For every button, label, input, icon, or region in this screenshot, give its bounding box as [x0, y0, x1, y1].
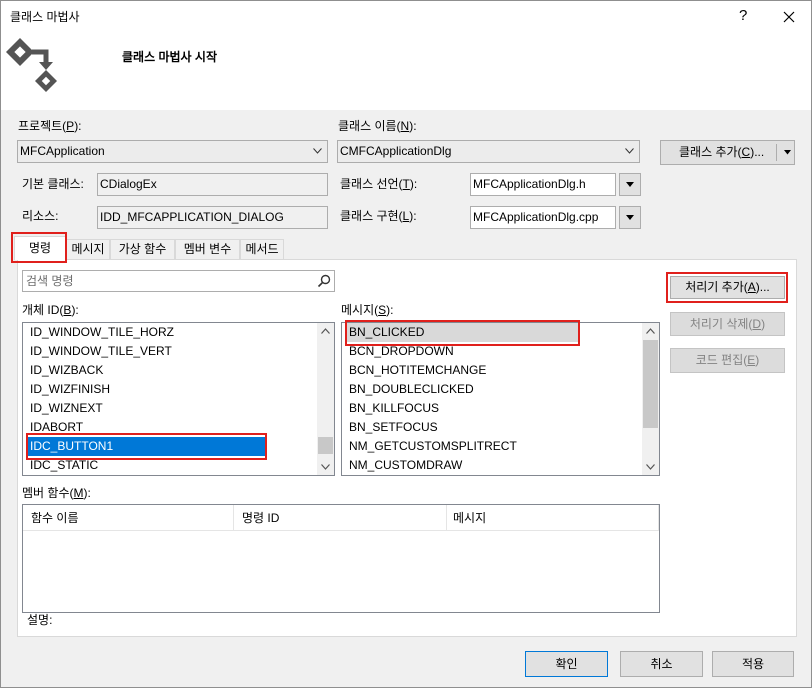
object-id-label: 개체 ID(B): — [22, 303, 79, 317]
chevron-down-icon[interactable] — [646, 464, 655, 470]
messages-scrollbar[interactable] — [642, 323, 659, 475]
base-class-field[interactable]: CDialogEx — [97, 173, 328, 196]
messages-items: BN_CLICKED BCN_DROPDOWN BCN_HOTITEMCHANGE B… — [342, 323, 578, 475]
tab-messages[interactable]: 메시지 — [66, 239, 110, 260]
list-item[interactable]: NM_CUSTOMDRAW — [347, 456, 578, 475]
list-item[interactable]: ID_WINDOW_TILE_VERT — [28, 342, 265, 361]
add-class-label: 클래스 추가(C)... — [679, 145, 765, 159]
object-id-scrollbar[interactable] — [317, 323, 334, 475]
ok-button[interactable]: 확인 — [525, 651, 608, 677]
project-label: 프로젝트(P): — [18, 119, 82, 133]
messages-label: 메시지(S): — [341, 303, 394, 317]
tab-label: 멤버 변수 — [183, 242, 232, 256]
edit-code-button[interactable]: 코드 편집(E) — [670, 348, 785, 373]
list-item[interactable]: BN_KILLFOCUS — [347, 399, 578, 418]
wizard-header — [1, 31, 811, 110]
chevron-down-icon — [626, 215, 634, 220]
chevron-down-icon — [625, 148, 634, 154]
tab-label: 명령 — [28, 241, 52, 255]
tab-methods[interactable]: 메서드 — [240, 239, 284, 260]
search-icon[interactable] — [317, 274, 331, 288]
class-name-value: CMFCApplicationDlg — [340, 144, 452, 158]
list-item[interactable]: IDABORT — [28, 418, 265, 437]
messages-list[interactable]: BN_CLICKED BCN_DROPDOWN BCN_HOTITEMCHANGE B… — [341, 322, 660, 476]
base-class-value: CDialogEx — [100, 177, 157, 191]
list-item[interactable]: ID_WIZBACK — [28, 361, 265, 380]
class-implementation-value: MFCApplicationDlg.cpp — [473, 210, 599, 224]
tab-commands[interactable]: 명령 — [14, 236, 66, 260]
list-item[interactable]: BCN_HOTITEMCHANGE — [347, 361, 578, 380]
chevron-down-icon — [313, 148, 322, 154]
delete-handler-button[interactable]: 처리기 삭제(D) — [670, 312, 785, 336]
object-id-list[interactable]: ID_WINDOW_TILE_HORZ ID_WINDOW_TILE_VERT ID… — [22, 322, 335, 476]
apply-button[interactable]: 적용 — [712, 651, 794, 677]
chevron-down-icon[interactable] — [784, 150, 791, 155]
project-combo[interactable]: MFCApplication — [17, 140, 328, 163]
column-header-command-id[interactable]: 명령 ID — [242, 505, 279, 531]
cancel-button[interactable]: 취소 — [620, 651, 703, 677]
member-functions-label: 멤버 함수(M): — [22, 486, 91, 500]
column-divider[interactable] — [446, 505, 447, 531]
chevron-up-icon[interactable] — [321, 328, 330, 334]
member-functions-list[interactable]: 함수 이름 명령 ID 메시지 — [22, 504, 660, 613]
class-declaration-value: MFCApplicationDlg.h — [473, 177, 586, 191]
object-id-items: ID_WINDOW_TILE_HORZ ID_WINDOW_TILE_VERT ID… — [23, 323, 265, 475]
class-declaration-field[interactable]: MFCApplicationDlg.h — [470, 173, 616, 196]
tab-label: 메시지 — [71, 242, 105, 256]
resource-value: IDD_MFCAPPLICATION_DIALOG — [100, 210, 284, 224]
add-handler-button[interactable]: 처리기 추가(A)... — [670, 276, 785, 299]
window-title: 클래스 마법사 — [10, 10, 80, 24]
search-input[interactable] — [26, 272, 312, 290]
column-header-function-name[interactable]: 함수 이름 — [31, 505, 79, 531]
column-divider[interactable] — [658, 505, 659, 531]
chevron-up-icon[interactable] — [646, 328, 655, 334]
class-implementation-field[interactable]: MFCApplicationDlg.cpp — [470, 206, 616, 229]
search-box[interactable] — [22, 270, 335, 292]
list-header: 함수 이름 명령 ID 메시지 — [23, 505, 659, 531]
add-class-button[interactable]: 클래스 추가(C)... — [660, 140, 795, 165]
list-item[interactable]: ID_WINDOW_TILE_HORZ — [28, 323, 265, 342]
tab-member-variables[interactable]: 멤버 변수 — [175, 239, 240, 260]
project-value: MFCApplication — [20, 144, 105, 158]
wizard-heading: 클래스 마법사 시작 — [122, 50, 217, 64]
class-implementation-label: 클래스 구현(L): — [340, 209, 417, 223]
scrollbar-thumb[interactable] — [318, 437, 333, 454]
column-header-message[interactable]: 메시지 — [453, 505, 486, 531]
list-item[interactable]: IDC_STATIC — [28, 456, 265, 475]
class-declaration-label: 클래스 선언(T): — [340, 177, 418, 191]
split-divider — [776, 144, 777, 161]
description-label: 설명: — [27, 613, 53, 627]
class-name-label: 클래스 이름(N): — [338, 119, 417, 133]
close-icon[interactable] — [783, 11, 795, 23]
chevron-down-icon — [626, 182, 634, 187]
class-wizard-icon — [6, 38, 57, 92]
list-item[interactable]: BCN_DROPDOWN — [347, 342, 578, 361]
tab-virtual-functions[interactable]: 가상 함수 — [110, 239, 175, 260]
list-item[interactable]: BN_SETFOCUS — [347, 418, 578, 437]
class-implementation-dropdown-button[interactable] — [619, 206, 641, 229]
title-bar[interactable]: 클래스 마법사 ? — [1, 1, 811, 31]
list-item[interactable]: BN_CLICKED — [347, 323, 578, 342]
class-name-combo[interactable]: CMFCApplicationDlg — [337, 140, 640, 163]
resource-field[interactable]: IDD_MFCAPPLICATION_DIALOG — [97, 206, 328, 229]
column-divider[interactable] — [233, 505, 234, 531]
class-declaration-dropdown-button[interactable] — [619, 173, 641, 196]
resource-label: 리소스: — [22, 209, 59, 223]
list-item[interactable]: IDC_BUTTON1 — [28, 437, 265, 456]
list-item[interactable]: NM_GETCUSTOMSPLITRECT — [347, 437, 578, 456]
tab-label: 가상 함수 — [118, 242, 167, 256]
list-item[interactable]: ID_WIZNEXT — [28, 399, 265, 418]
tab-label: 메서드 — [245, 242, 279, 256]
list-item[interactable]: ID_WIZFINISH — [28, 380, 265, 399]
chevron-down-icon[interactable] — [321, 464, 330, 470]
scrollbar-thumb[interactable] — [643, 340, 658, 428]
help-button[interactable]: ? — [739, 8, 747, 24]
list-item[interactable]: BN_DOUBLECLICKED — [347, 380, 578, 399]
base-class-label: 기본 클래스: — [22, 177, 84, 191]
